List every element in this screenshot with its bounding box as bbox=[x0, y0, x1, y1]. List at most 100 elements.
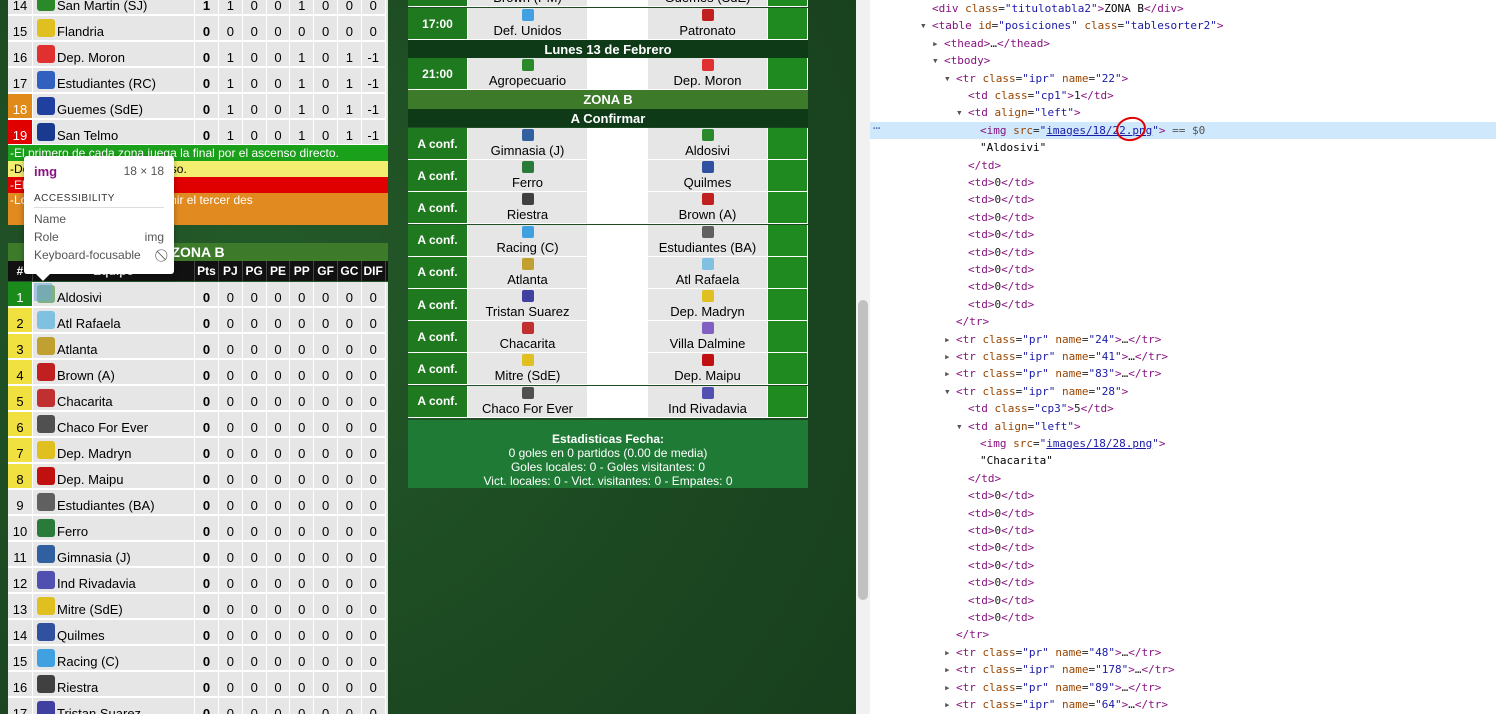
home-team[interactable]: Brown (PM) bbox=[468, 0, 588, 7]
dom-line[interactable]: <td>0</td> bbox=[870, 592, 1496, 609]
row-team[interactable]: Racing (C) bbox=[33, 646, 195, 672]
dom-line[interactable]: <td>0</td> bbox=[870, 574, 1496, 591]
row-team[interactable]: Chacarita bbox=[33, 386, 195, 412]
column-header[interactable]: GF bbox=[314, 261, 338, 281]
column-header[interactable]: DIF bbox=[362, 261, 386, 281]
dom-line[interactable]: <td class="cp1">1</td> bbox=[870, 87, 1496, 104]
column-header[interactable]: PP bbox=[290, 261, 315, 281]
dom-line[interactable]: <td>0</td> bbox=[870, 191, 1496, 208]
expand-arrow-icon[interactable]: ▾ bbox=[956, 104, 968, 121]
dom-line[interactable]: ▸ <tr class="ipr" name="41">…</tr> bbox=[870, 348, 1496, 365]
dom-line[interactable]: ▾ <tbody> bbox=[870, 52, 1496, 69]
dom-line[interactable]: <td>0</td> bbox=[870, 174, 1496, 191]
row-team[interactable]: Dep. Maipu bbox=[33, 464, 195, 490]
away-team[interactable]: Dep. Madryn bbox=[648, 289, 768, 321]
dom-line[interactable]: </td> bbox=[870, 470, 1496, 487]
row-team[interactable]: Mitre (SdE) bbox=[33, 594, 195, 620]
dom-line[interactable]: <td>0</td> bbox=[870, 539, 1496, 556]
dom-line[interactable]: ▸ <tr class="pr" name="83">…</tr> bbox=[870, 365, 1496, 382]
dom-line[interactable]: <td>0</td> bbox=[870, 522, 1496, 539]
row-team[interactable]: San Martin (SJ) bbox=[33, 0, 195, 16]
row-team[interactable]: Chaco For Ever bbox=[33, 412, 195, 438]
dom-line[interactable]: <td>0</td> bbox=[870, 557, 1496, 574]
expand-arrow-icon[interactable]: ▾ bbox=[944, 70, 956, 87]
home-team[interactable]: Gimnasia (J) bbox=[468, 128, 588, 160]
away-team[interactable]: Quilmes bbox=[648, 160, 768, 193]
home-team[interactable]: Chacarita bbox=[468, 321, 588, 354]
row-team[interactable]: San Telmo bbox=[33, 120, 195, 146]
dom-line[interactable]: <td>0</td> bbox=[870, 209, 1496, 226]
home-team[interactable]: Mitre (SdE) bbox=[468, 353, 588, 386]
home-team[interactable]: Riestra bbox=[468, 192, 588, 225]
dom-line[interactable]: <td>0</td> bbox=[870, 226, 1496, 243]
collapse-arrow-icon[interactable]: ▸ bbox=[932, 35, 944, 52]
dom-line[interactable]: "Aldosivi" bbox=[870, 139, 1496, 156]
dom-line[interactable]: ▾ <td align="left"> bbox=[870, 104, 1496, 121]
row-team[interactable]: Atl Rafaela bbox=[33, 308, 195, 334]
home-team[interactable]: Def. Unidos bbox=[468, 8, 588, 40]
column-header[interactable]: PJ bbox=[219, 261, 243, 281]
away-team[interactable]: Villa Dalmine bbox=[648, 321, 768, 354]
expand-arrow-icon[interactable]: ▾ bbox=[956, 418, 968, 435]
column-header[interactable]: PE bbox=[267, 261, 291, 281]
row-team[interactable]: Quilmes bbox=[33, 620, 195, 646]
dom-line[interactable]: <img src="images/18/22.png"> == $0 bbox=[870, 121, 1496, 139]
row-team[interactable]: Ferro bbox=[33, 516, 195, 542]
row-team[interactable]: Brown (A) bbox=[33, 360, 195, 386]
dom-line[interactable]: <td class="cp3">5</td> bbox=[870, 400, 1496, 417]
collapse-arrow-icon[interactable]: ▸ bbox=[944, 365, 956, 382]
away-team[interactable]: Aldosivi bbox=[648, 128, 768, 160]
dom-line[interactable]: <td>0</td> bbox=[870, 487, 1496, 504]
dom-line[interactable]: ▸ <tr class="ipr" name="64">…</tr> bbox=[870, 696, 1496, 713]
away-team[interactable]: Guemes (SdE) bbox=[648, 0, 768, 7]
dom-line[interactable]: ▾ <tr class="ipr" name="22"> bbox=[870, 70, 1496, 87]
dom-line[interactable]: ▾ <tr class="ipr" name="28"> bbox=[870, 383, 1496, 400]
home-team[interactable]: Chaco For Ever bbox=[468, 385, 588, 418]
expand-arrow-icon[interactable]: ▾ bbox=[920, 17, 932, 34]
row-team[interactable]: Guemes (SdE) bbox=[33, 94, 195, 120]
collapse-arrow-icon[interactable]: ▸ bbox=[944, 661, 956, 678]
dom-line[interactable]: ▸ <tr class="ipr" name="178">…</tr> bbox=[870, 661, 1496, 678]
dom-line[interactable]: <td>0</td> bbox=[870, 261, 1496, 278]
dom-line[interactable]: <td>0</td> bbox=[870, 609, 1496, 626]
devtools-more-icon[interactable]: ⋯ bbox=[873, 121, 880, 135]
dom-line[interactable]: <td>0</td> bbox=[870, 505, 1496, 522]
collapse-arrow-icon[interactable]: ▸ bbox=[944, 644, 956, 661]
home-team[interactable]: Tristan Suarez bbox=[468, 289, 588, 321]
page-scrollbar[interactable] bbox=[856, 0, 870, 714]
row-team[interactable]: Ind Rivadavia bbox=[33, 568, 195, 594]
dom-line[interactable]: <td>0</td> bbox=[870, 244, 1496, 261]
dom-line[interactable]: </td> bbox=[870, 157, 1496, 174]
dom-line[interactable]: ▸ <thead>…</thead> bbox=[870, 35, 1496, 52]
dom-line[interactable]: "Chacarita" bbox=[870, 452, 1496, 469]
row-team[interactable]: Tristan Suarez bbox=[33, 698, 195, 714]
away-team[interactable]: Ind Rivadavia bbox=[648, 385, 768, 418]
collapse-arrow-icon[interactable]: ▸ bbox=[944, 348, 956, 365]
away-team[interactable]: Atl Rafaela bbox=[648, 256, 768, 289]
expand-arrow-icon[interactable]: ▾ bbox=[944, 383, 956, 400]
away-team[interactable]: Dep. Moron bbox=[648, 58, 768, 90]
dom-line[interactable]: ▾ <td align="left"> bbox=[870, 418, 1496, 435]
collapse-arrow-icon[interactable]: ▸ bbox=[944, 331, 956, 348]
row-team[interactable]: Estudiantes (BA) bbox=[33, 490, 195, 516]
row-team[interactable]: Dep. Madryn bbox=[33, 438, 195, 464]
row-team[interactable]: Aldosivi bbox=[33, 282, 195, 308]
home-team[interactable]: Atlanta bbox=[468, 256, 588, 289]
away-team[interactable]: Brown (A) bbox=[648, 192, 768, 225]
column-header[interactable]: GC bbox=[338, 261, 362, 281]
row-team[interactable]: Flandria bbox=[33, 16, 195, 42]
row-team[interactable]: Dep. Moron bbox=[33, 42, 195, 68]
scrollbar-thumb[interactable] bbox=[858, 300, 868, 600]
home-team[interactable]: Racing (C) bbox=[468, 224, 588, 257]
collapse-arrow-icon[interactable]: ▸ bbox=[944, 679, 956, 696]
row-team[interactable]: Atlanta bbox=[33, 334, 195, 360]
home-team[interactable]: Ferro bbox=[468, 160, 588, 193]
away-team[interactable]: Patronato bbox=[648, 8, 768, 40]
dom-line[interactable]: <td>0</td> bbox=[870, 296, 1496, 313]
dom-line[interactable]: ▸ <tr class="pr" name="24">…</tr> bbox=[870, 331, 1496, 348]
expand-arrow-icon[interactable]: ▾ bbox=[932, 52, 944, 69]
dom-line[interactable]: ▸ <tr class="pr" name="89">…</tr> bbox=[870, 679, 1496, 696]
dom-line[interactable]: <td>0</td> bbox=[870, 278, 1496, 295]
row-team[interactable]: Riestra bbox=[33, 672, 195, 698]
row-team[interactable]: Estudiantes (RC) bbox=[33, 68, 195, 94]
